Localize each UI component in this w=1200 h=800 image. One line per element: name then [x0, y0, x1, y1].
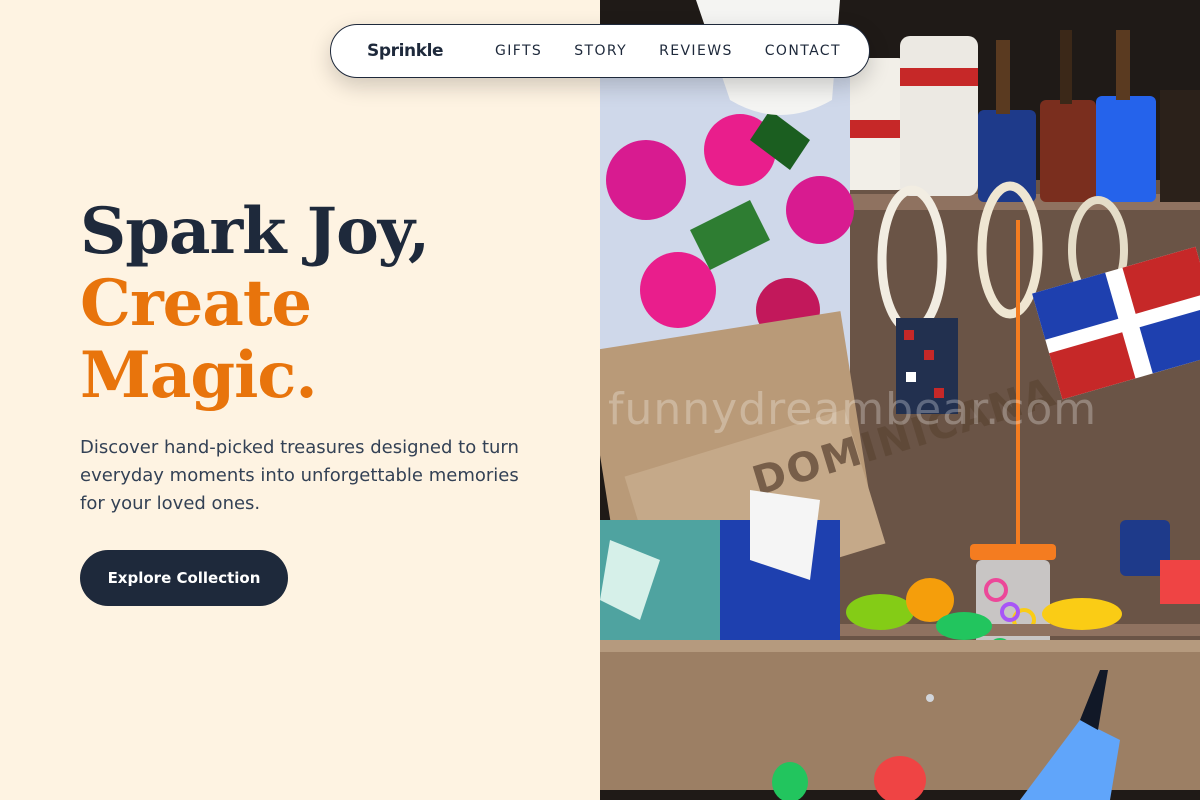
explore-collection-button[interactable]: Explore Collection [80, 550, 288, 606]
brand-logo[interactable]: Sprinkle [367, 41, 444, 61]
headline-line-3: Magic. [80, 338, 318, 413]
image-watermark: funnydreambear.com [608, 384, 1098, 435]
headline-line-2: Create [80, 266, 312, 341]
hero-headline: Spark Joy, Create Magic. [80, 194, 430, 413]
nav-link-story[interactable]: STORY [574, 43, 627, 59]
hero-content: Spark Joy, Create Magic. Discover hand-p… [0, 0, 600, 800]
nav-link-gifts[interactable]: GIFTS [495, 43, 542, 59]
headline-line-1: Spark Joy, [80, 194, 430, 269]
hero-subtitle: Discover hand-picked treasures designed … [80, 437, 519, 514]
nav-links: GIFTS STORY REVIEWS CONTACT [495, 43, 841, 59]
nav-link-contact[interactable]: CONTACT [765, 43, 841, 59]
hero-image: DOMINICANA funnydreambear.com [600, 0, 1200, 800]
top-navigation: Sprinkle GIFTS STORY REVIEWS CONTACT [330, 24, 870, 78]
nav-link-reviews[interactable]: REVIEWS [659, 43, 733, 59]
